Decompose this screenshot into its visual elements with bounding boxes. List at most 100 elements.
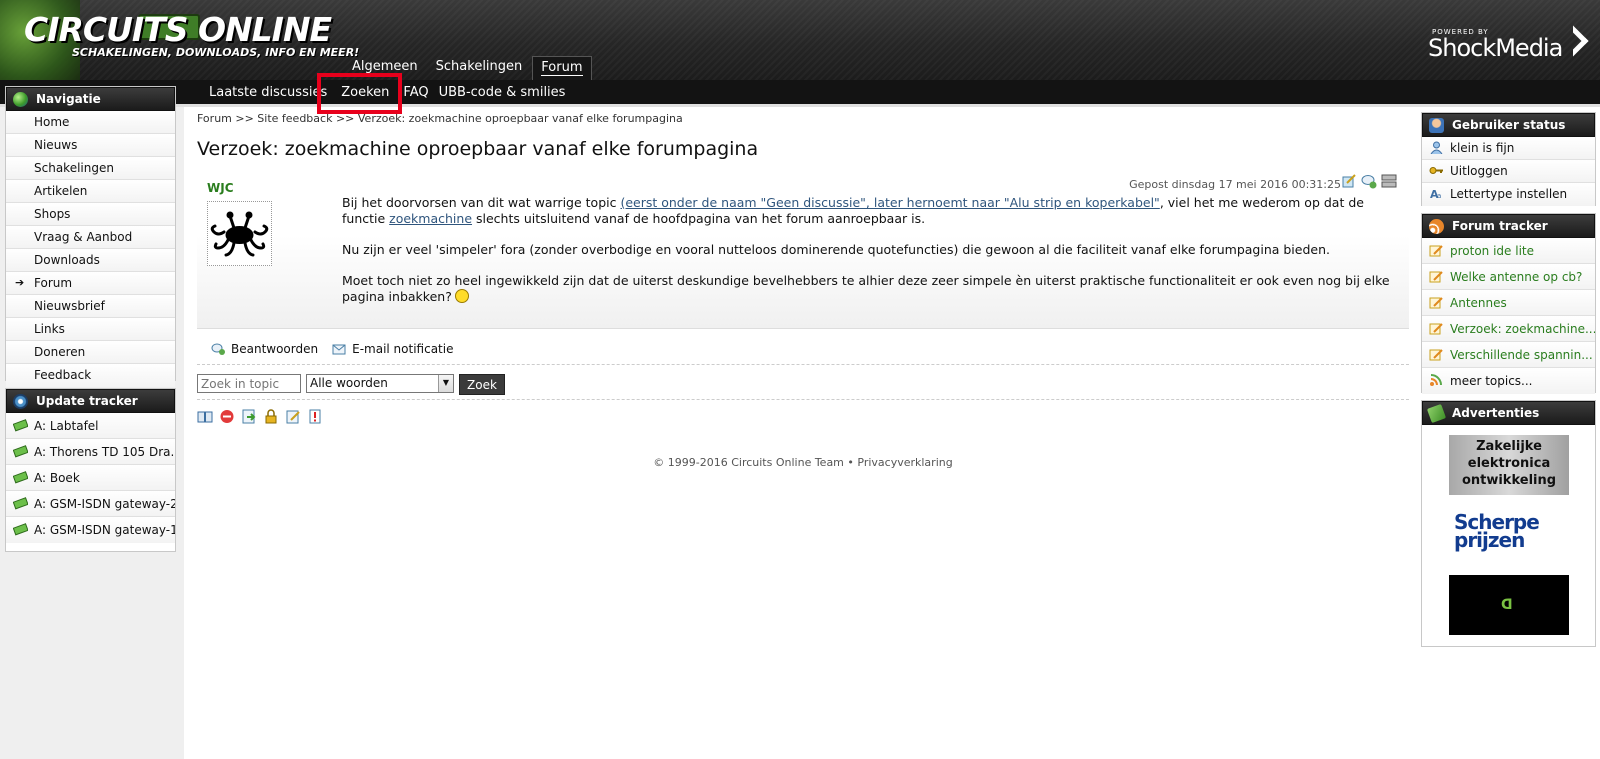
chevron-down-icon: ▼: [438, 375, 453, 392]
edit-note-icon[interactable]: [285, 409, 301, 424]
tracker-topic-label: Welke antenne op cb?: [1450, 270, 1583, 284]
post-paragraph-2: Nu zijn er veel 'simpeler' fora (zonder …: [342, 242, 1330, 257]
subnav-faq[interactable]: FAQ: [398, 80, 433, 104]
user-status-title: Gebruiker status: [1452, 118, 1566, 132]
nav-doneren[interactable]: Doneren: [6, 341, 175, 364]
font-settings-link[interactable]: Aa Lettertype instellen: [1422, 183, 1595, 206]
pencil-note-icon: [1429, 271, 1443, 283]
update-item[interactable]: A: Boek: [6, 465, 175, 491]
shockmedia-logo[interactable]: POWERED BY ShockMedia: [1404, 25, 1589, 66]
nav-downloads[interactable]: Downloads: [6, 249, 175, 272]
nav-forum[interactable]: ➔ Forum: [6, 272, 175, 295]
reply-button[interactable]: Beantwoorden: [211, 342, 318, 356]
nav-nieuws-label: Nieuws: [34, 138, 78, 152]
nav-artikelen[interactable]: Artikelen: [6, 180, 175, 203]
advertisements-box: Advertenties Zakelijke elektronica ontwi…: [1421, 400, 1596, 647]
font-settings-label: Lettertype instellen: [1450, 187, 1568, 201]
search-button[interactable]: Zoek: [459, 374, 505, 395]
ad-banner-electronics[interactable]: Zakelijke elektronica ontwikkeling: [1449, 435, 1569, 495]
status-username[interactable]: klein is fijn: [1422, 137, 1595, 160]
tracker-topic[interactable]: Verschillende spannin...: [1422, 342, 1595, 368]
nav-artikelen-label: Artikelen: [34, 184, 88, 198]
tracker-topic-label: Antennes: [1450, 296, 1507, 310]
ad-banner-dark[interactable]: ᗡ: [1449, 575, 1569, 635]
top-navigation: Algemeen Schakelingen Forum: [344, 56, 594, 80]
nav-home[interactable]: Home: [6, 111, 175, 134]
subnav-search[interactable]: Zoeken: [336, 80, 394, 104]
nav-home-label: Home: [34, 115, 70, 129]
envelope-icon: [332, 344, 346, 355]
tracker-topic-label: Verzoek: zoekmachine...: [1450, 322, 1595, 336]
nav-vraag-aanbod[interactable]: Vraag & Aanbod: [6, 226, 175, 249]
reply-icon: [211, 343, 225, 355]
tracker-topic[interactable]: Antennes: [1422, 290, 1595, 316]
move-topic-icon[interactable]: [241, 409, 257, 424]
lock-icon[interactable]: [263, 409, 279, 424]
search-mode-select[interactable]: Alle woorden ▼: [306, 374, 454, 393]
no-entry-icon[interactable]: [219, 409, 235, 424]
navigation-box: Navigatie Home Nieuws Schakelingen Artik…: [5, 86, 176, 387]
pencil-note-icon: [1429, 349, 1443, 361]
nav-feedback[interactable]: Feedback: [6, 364, 175, 387]
smiley-icon: [454, 289, 469, 303]
topnav-schakelingen[interactable]: Schakelingen: [428, 56, 531, 80]
forum-tracker-title: Forum tracker: [1452, 219, 1548, 233]
book-icon[interactable]: [197, 409, 213, 424]
topnav-algemeen[interactable]: Algemeen: [344, 56, 426, 80]
spaghetti-monster-icon: [210, 211, 269, 257]
pencil-note-icon: [1429, 297, 1443, 309]
user-status-header: Gebruiker status: [1422, 113, 1595, 137]
nav-nieuwsbrief[interactable]: Nieuwsbrief: [6, 295, 175, 318]
topnav-forum-label: Forum: [541, 60, 583, 76]
tracker-topic[interactable]: Welke antenne op cb?: [1422, 264, 1595, 290]
tracker-topic[interactable]: proton ide lite: [1422, 238, 1595, 264]
key-icon: [1429, 167, 1443, 174]
divider: [197, 364, 1409, 365]
person-icon: [1430, 141, 1443, 154]
update-item[interactable]: A: GSM-ISDN gateway-1: [6, 517, 175, 543]
nav-links[interactable]: Links: [6, 318, 175, 341]
server-icon[interactable]: [1381, 173, 1397, 189]
nav-downloads-label: Downloads: [34, 253, 100, 267]
edit-icon[interactable]: [1341, 173, 1357, 189]
search-engine-link[interactable]: zoekmachine: [389, 211, 472, 226]
money-icon: [1426, 403, 1447, 424]
topic-search-input[interactable]: [197, 374, 301, 393]
update-item[interactable]: A: Labtafel: [6, 413, 175, 439]
footer: © 1999-2016 Circuits Online Team • Priva…: [653, 456, 953, 469]
user-icon: [1429, 118, 1444, 133]
post-paragraph-1: Bij het doorvorsen van dit wat warrige t…: [342, 195, 1397, 227]
tracker-topic[interactable]: Verzoek: zoekmachine...: [1422, 316, 1595, 342]
nav-schakelingen[interactable]: Schakelingen: [6, 157, 175, 180]
money-icon: [13, 419, 28, 432]
breadcrumb[interactable]: Forum >> Site feedback >> Verzoek: zoekm…: [197, 112, 683, 125]
post-author[interactable]: WJC: [207, 181, 234, 195]
more-topics-link[interactable]: meer topics...: [1422, 368, 1595, 394]
email-notification-button[interactable]: E-mail notificatie: [332, 342, 453, 356]
post-actions: Beantwoorden E-mail notificatie: [211, 342, 453, 356]
nav-forum-label: Forum: [34, 276, 73, 290]
radar-icon: [13, 394, 28, 409]
nav-vraag-aanbod-label: Vraag & Aanbod: [34, 230, 133, 244]
nav-doneren-label: Doneren: [34, 345, 86, 359]
update-tracker-title: Update tracker: [36, 394, 138, 408]
subnav-ubb-code[interactable]: UBB-code & smilies: [434, 80, 571, 104]
nav-shops[interactable]: Shops: [6, 203, 175, 226]
post-text: slechts uitsluitend vanaf de hoofdpagina…: [472, 211, 926, 226]
report-icon[interactable]: [307, 409, 323, 424]
quote-reply-icon[interactable]: [1361, 173, 1377, 189]
logout-link[interactable]: Uitloggen: [1422, 160, 1595, 183]
update-item[interactable]: A: Thorens TD 105 Dra...: [6, 439, 175, 465]
avatar[interactable]: [207, 201, 272, 266]
reply-label: Beantwoorden: [231, 342, 319, 356]
topnav-forum[interactable]: Forum: [532, 56, 592, 80]
nav-nieuws[interactable]: Nieuws: [6, 134, 175, 157]
site-logo[interactable]: CIRCUITS ONLINE SCHAKELINGEN, DOWNLOADS,…: [0, 0, 359, 80]
pencil-note-icon: [1429, 323, 1443, 335]
update-item[interactable]: A: GSM-ISDN gateway-2: [6, 491, 175, 517]
ad-banner-prices[interactable]: Scherpe prijzen: [1454, 512, 1540, 550]
subnav-latest-discussions[interactable]: Laatste discussies: [204, 80, 332, 104]
update-item-label: A: Boek: [34, 471, 80, 485]
update-item-label: A: GSM-ISDN gateway-2: [34, 497, 175, 511]
topic-link[interactable]: (eerst onder de naam "Geen discussie", l…: [620, 195, 1159, 210]
